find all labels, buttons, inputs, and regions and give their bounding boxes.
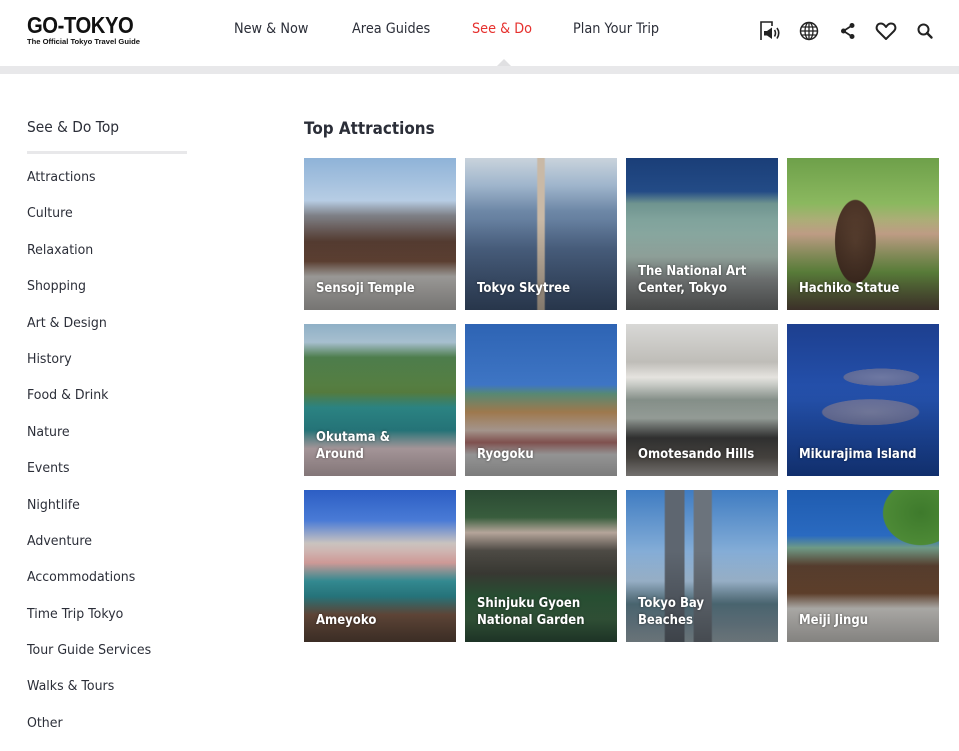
card-label: Ameyoko bbox=[316, 613, 377, 628]
top-attractions-heading: Top Attractions bbox=[304, 119, 435, 138]
nav-new-and-now[interactable]: New & Now bbox=[234, 21, 308, 37]
attraction-card-tokyo-bay-beaches[interactable]: Tokyo Bay Beaches bbox=[626, 490, 778, 642]
sidebar-item-adventure[interactable]: Adventure bbox=[27, 531, 176, 567]
sidebar-item-shopping[interactable]: Shopping bbox=[27, 276, 176, 312]
attraction-card-national-art-center[interactable]: The National Art Center, Tokyo bbox=[626, 158, 778, 310]
nav-see-and-do[interactable]: See & Do bbox=[472, 21, 532, 37]
site-header: GO-TOKYO The Official Tokyo Travel Guide… bbox=[0, 0, 959, 66]
nav-plan-your-trip[interactable]: Plan Your Trip bbox=[573, 21, 659, 37]
card-label: Ryogoku bbox=[477, 447, 534, 462]
heart-icon bbox=[875, 22, 897, 40]
sidebar-item-other[interactable]: Other bbox=[27, 713, 176, 749]
attraction-card-okutama[interactable]: Okutama & Around bbox=[304, 324, 456, 476]
share-icon bbox=[841, 23, 855, 39]
globe-icon bbox=[799, 21, 819, 41]
sidebar-item-history[interactable]: History bbox=[27, 349, 176, 385]
card-label: Shinjuku Gyoen National Garden bbox=[477, 596, 585, 628]
attraction-card-ameyoko[interactable]: Ameyoko bbox=[304, 490, 456, 642]
active-nav-pointer bbox=[497, 59, 511, 66]
card-label: Okutama & Around bbox=[316, 430, 390, 462]
sidebar-category-list: Attractions Culture Relaxation Shopping … bbox=[27, 167, 187, 749]
card-label: Hachiko Statue bbox=[799, 281, 900, 296]
card-label: Tokyo Bay Beaches bbox=[638, 596, 705, 628]
card-label: Meiji Jingu bbox=[799, 613, 869, 628]
go-tokyo-logo[interactable]: GO-TOKYO The Official Tokyo Travel Guide bbox=[27, 12, 140, 47]
sidebar-see-and-do-top[interactable]: See & Do Top bbox=[27, 116, 174, 138]
nav-area-guides[interactable]: Area Guides bbox=[352, 21, 430, 37]
search-icon bbox=[917, 23, 933, 39]
attraction-card-tokyo-skytree[interactable]: Tokyo Skytree bbox=[465, 158, 617, 310]
sidebar-item-art-design[interactable]: Art & Design bbox=[27, 313, 176, 349]
card-label: The National Art Center, Tokyo bbox=[638, 264, 747, 296]
logo-wordmark: GO-TOKYO bbox=[27, 12, 134, 38]
attraction-card-omotesando-hills[interactable]: Omotesando Hills bbox=[626, 324, 778, 476]
attraction-card-ryogoku[interactable]: Ryogoku bbox=[465, 324, 617, 476]
card-label: Tokyo Skytree bbox=[477, 281, 571, 296]
sidebar-item-attractions[interactable]: Attractions bbox=[27, 167, 176, 203]
sidebar-item-nightlife[interactable]: Nightlife bbox=[27, 495, 176, 531]
sidebar-divider bbox=[27, 151, 187, 154]
attraction-card-hachiko-statue[interactable]: Hachiko Statue bbox=[787, 158, 939, 310]
sidebar-item-accommodations[interactable]: Accommodations bbox=[27, 567, 176, 603]
attractions-grid: Sensoji Temple Tokyo Skytree The Nationa… bbox=[304, 158, 939, 642]
sidebar-item-nature[interactable]: Nature bbox=[27, 422, 176, 458]
share-button[interactable] bbox=[836, 19, 860, 43]
attraction-card-meiji-jingu[interactable]: Meiji Jingu bbox=[787, 490, 939, 642]
sidebar-item-events[interactable]: Events bbox=[27, 458, 176, 494]
language-button[interactable] bbox=[797, 19, 821, 43]
audio-reader-icon bbox=[760, 21, 780, 40]
sidebar-item-culture[interactable]: Culture bbox=[27, 203, 176, 239]
see-and-do-sidebar: See & Do Top Attractions Culture Relaxat… bbox=[27, 116, 187, 749]
search-button[interactable] bbox=[913, 19, 937, 43]
logo-tagline: The Official Tokyo Travel Guide bbox=[27, 37, 140, 46]
attraction-card-shinjuku-gyoen[interactable]: Shinjuku Gyoen National Garden bbox=[465, 490, 617, 642]
card-label: Mikurajima Island bbox=[799, 447, 917, 462]
sidebar-item-tour-guide-services[interactable]: Tour Guide Services bbox=[27, 640, 176, 676]
card-label: Sensoji Temple bbox=[316, 281, 415, 296]
attraction-card-mikurajima-island[interactable]: Mikurajima Island bbox=[787, 324, 939, 476]
sidebar-item-walks-tours[interactable]: Walks & Tours bbox=[27, 676, 176, 712]
sidebar-item-food-drink[interactable]: Food & Drink bbox=[27, 385, 176, 421]
sidebar-item-time-trip-tokyo[interactable]: Time Trip Tokyo bbox=[27, 604, 176, 640]
mega-menu-top-bar bbox=[0, 66, 959, 74]
attraction-card-sensoji-temple[interactable]: Sensoji Temple bbox=[304, 158, 456, 310]
header-icons bbox=[758, 19, 937, 43]
sidebar-item-relaxation[interactable]: Relaxation bbox=[27, 240, 176, 276]
card-label: Omotesando Hills bbox=[638, 447, 755, 462]
main-nav: New & Now Area Guides See & Do Plan Your… bbox=[234, 21, 705, 37]
favorites-button[interactable] bbox=[874, 19, 898, 43]
audio-reader-button[interactable] bbox=[758, 19, 782, 43]
